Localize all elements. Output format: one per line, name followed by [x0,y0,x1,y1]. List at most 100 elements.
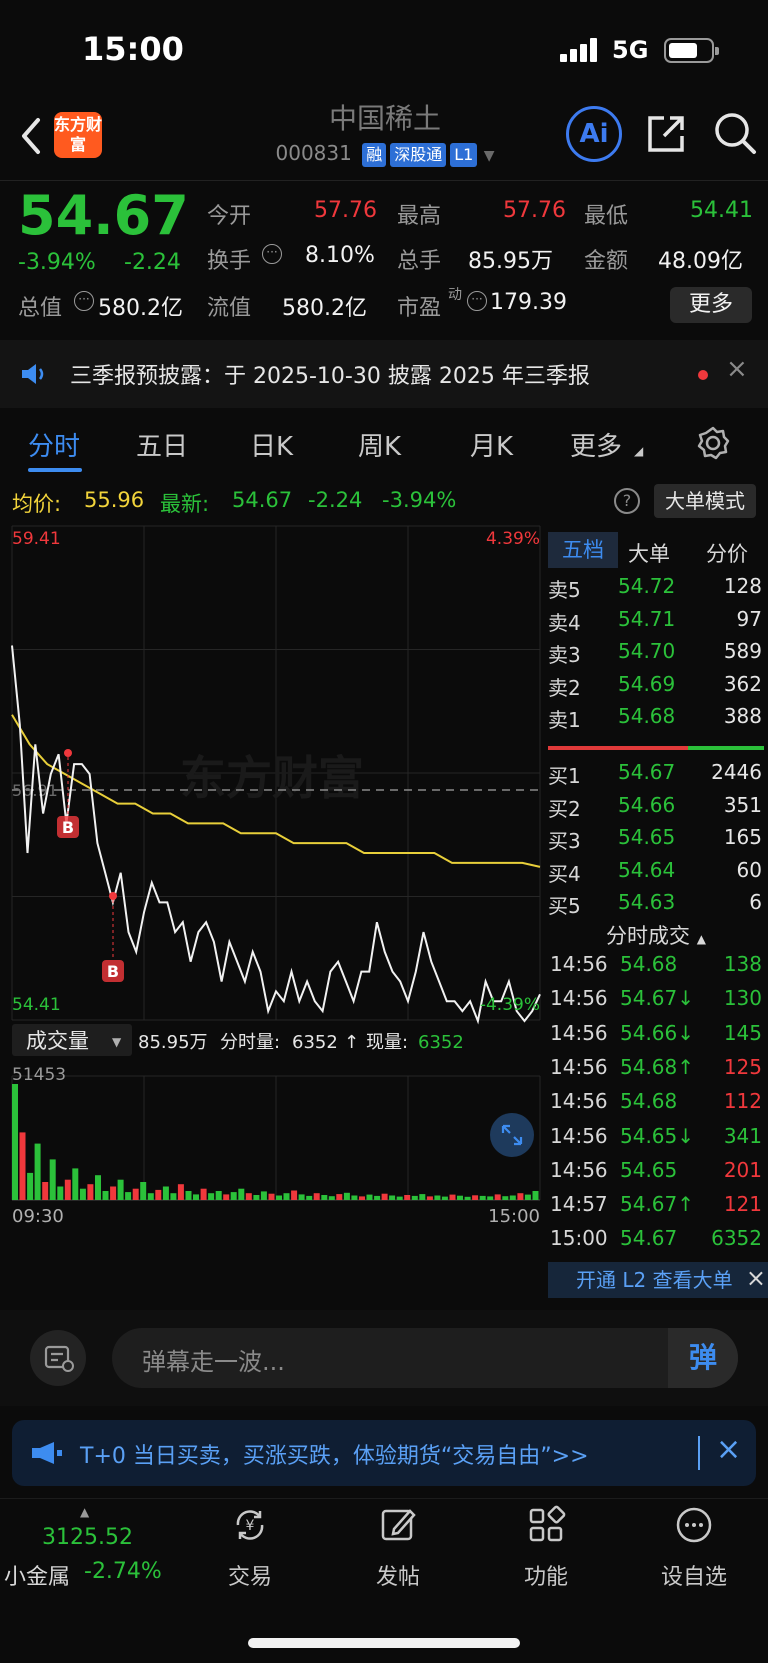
volume-selector-label: 成交量 [26,1029,89,1053]
tick-time: 14:56 [550,1157,608,1182]
volume-bar [449,1194,456,1200]
more-button[interactable]: 更多 [670,287,752,323]
pe-value: 179.39 [490,290,567,315]
volume-bar [502,1196,509,1200]
pct-max-label: 4.39% [486,529,540,549]
volume-now: 6352 [418,1032,464,1053]
ask-row[interactable]: 卖5 54.72 128 [548,574,764,606]
tab-monthly-k[interactable]: 月K [470,426,513,463]
tick-volume: 201 [723,1157,762,1182]
l2-banner[interactable]: 开通 L2 查看大单 × [548,1262,768,1298]
tab-big-orders[interactable]: 大单 [628,538,670,568]
volume-bar [42,1182,49,1200]
notice-bar[interactable]: 三季报预披露：于 2025-10-30 披露 2025 年三季报 × [0,340,768,408]
nav-functions[interactable]: 功能 [486,1505,606,1591]
danmaku-toggle[interactable]: 弹 [668,1328,738,1388]
info-icon[interactable]: ··· [262,244,282,264]
volume-bar [517,1193,524,1200]
tick-row: 14:56 54.68 138 [548,952,764,986]
turnover-value: 8.10% [305,243,375,268]
volume-bar [147,1193,154,1200]
volume-bar [524,1194,531,1200]
volume-bar [457,1195,463,1200]
orderbook-split [688,746,764,750]
tab-five-levels[interactable]: 五档 [548,532,618,568]
bid-row[interactable]: 买2 54.66 351 [548,793,764,825]
tick-volume: 6352 [711,1226,762,1251]
speaker-icon [22,364,44,384]
arrow-up-icon: ↑ [344,1032,359,1053]
level-volume: 6 [749,890,762,914]
share-icon[interactable] [644,112,688,156]
volume-bar [479,1195,486,1200]
volume-bar [49,1159,56,1200]
back-icon[interactable] [18,116,44,156]
ask-row[interactable]: 卖2 54.69 362 [548,672,764,704]
volume-bar [245,1193,252,1200]
info-icon[interactable]: ··· [467,291,487,311]
chart-tabs: 分时 五日 日K 周K 月K 更多 ◢ [0,408,768,480]
volume-bar [291,1190,298,1200]
chevron-down-icon[interactable]: ▼ [484,148,495,164]
level-volume: 2446 [711,760,762,784]
volume-bar [79,1188,86,1200]
tab-price-dist[interactable]: 分价 [706,538,748,568]
ref-price-label: 56.91 [12,781,58,800]
ask-row[interactable]: 卖1 54.68 388 [548,704,764,736]
close-icon[interactable]: × [746,1260,766,1296]
volume-bar [366,1194,373,1200]
info-icon[interactable]: ··· [74,291,94,311]
gear-icon[interactable] [696,426,730,460]
promo-banner[interactable]: T+0 当日买卖，买涨买跌，体验期货“交易自由”>> × [12,1420,756,1486]
tab-5day[interactable]: 五日 [136,426,188,463]
tick-volume: 121 [723,1192,762,1217]
level-price: 54.65 [618,825,676,849]
volume-bar [389,1195,396,1200]
ai-icon[interactable]: Ai [566,106,622,162]
tab-intraday[interactable]: 分时 [28,426,80,463]
tab-more[interactable]: 更多 [570,426,622,463]
bid-row[interactable]: 买4 54.64 60 [548,858,764,890]
ask-row[interactable]: 卖3 54.70 589 [548,639,764,671]
big-order-mode-button[interactable]: 大单模式 [654,484,756,518]
stock-header: 东方财富 中国稀土 000831 融深股通 L1 ▼ Ai [0,100,768,180]
bid-row[interactable]: 买3 54.65 165 [548,825,764,857]
nav-trade[interactable]: ¥ 交易 [190,1505,310,1591]
volume-max-label: 51453 [12,1065,66,1085]
volume-bar [283,1193,290,1200]
ask-row[interactable]: 卖4 54.71 97 [548,607,764,639]
tick-row: 14:56 54.66↓ 145 [548,1021,764,1055]
tick-price: 54.66↓ [620,1020,695,1045]
app-logo[interactable]: 东方财富 [54,112,102,158]
nav-post[interactable]: 发帖 [338,1505,458,1591]
close-icon[interactable]: × [726,354,748,384]
level-price: 54.72 [618,574,676,598]
level-label: 卖3 [548,643,581,667]
tab-weekly-k[interactable]: 周K [358,426,401,463]
volume-bar [72,1168,79,1200]
volume-bar [276,1195,282,1200]
comment-input[interactable]: 弹幕走一波... 弹 [112,1328,738,1388]
price-chart[interactable]: 东方财富 56.91 59.41 4.39% 54.41 -4.39% B B … [0,524,548,1228]
nav-watchlist[interactable]: 设自选 [634,1505,754,1591]
bid-row[interactable]: 买1 54.67 2446 [548,760,764,792]
tick-volume: 138 [723,952,762,976]
bid-row[interactable]: 买5 54.63 6 [548,890,764,922]
danmaku-icon[interactable] [30,1330,86,1386]
expand-icon[interactable] [490,1113,534,1157]
tick-time: 14:56 [550,1089,608,1114]
active-tab-indicator [28,468,82,472]
danmaku-toggle-label: 弹 [688,1341,717,1374]
level-label: 卖5 [548,578,581,602]
index-ticker[interactable]: ▲ 3125.52 小金属 -2.74% [0,1505,180,1605]
close-icon[interactable]: × [716,1432,741,1467]
volume-bar [185,1191,192,1200]
home-indicator [248,1638,520,1648]
ticks-title[interactable]: 分时成交 ▲ [548,920,764,950]
tab-daily-k[interactable]: 日K [250,426,293,463]
help-icon[interactable]: ? [614,488,640,514]
volume-bar [472,1195,479,1200]
volume-bar [298,1194,305,1200]
search-icon[interactable] [712,110,758,156]
volume-bar [64,1179,71,1200]
